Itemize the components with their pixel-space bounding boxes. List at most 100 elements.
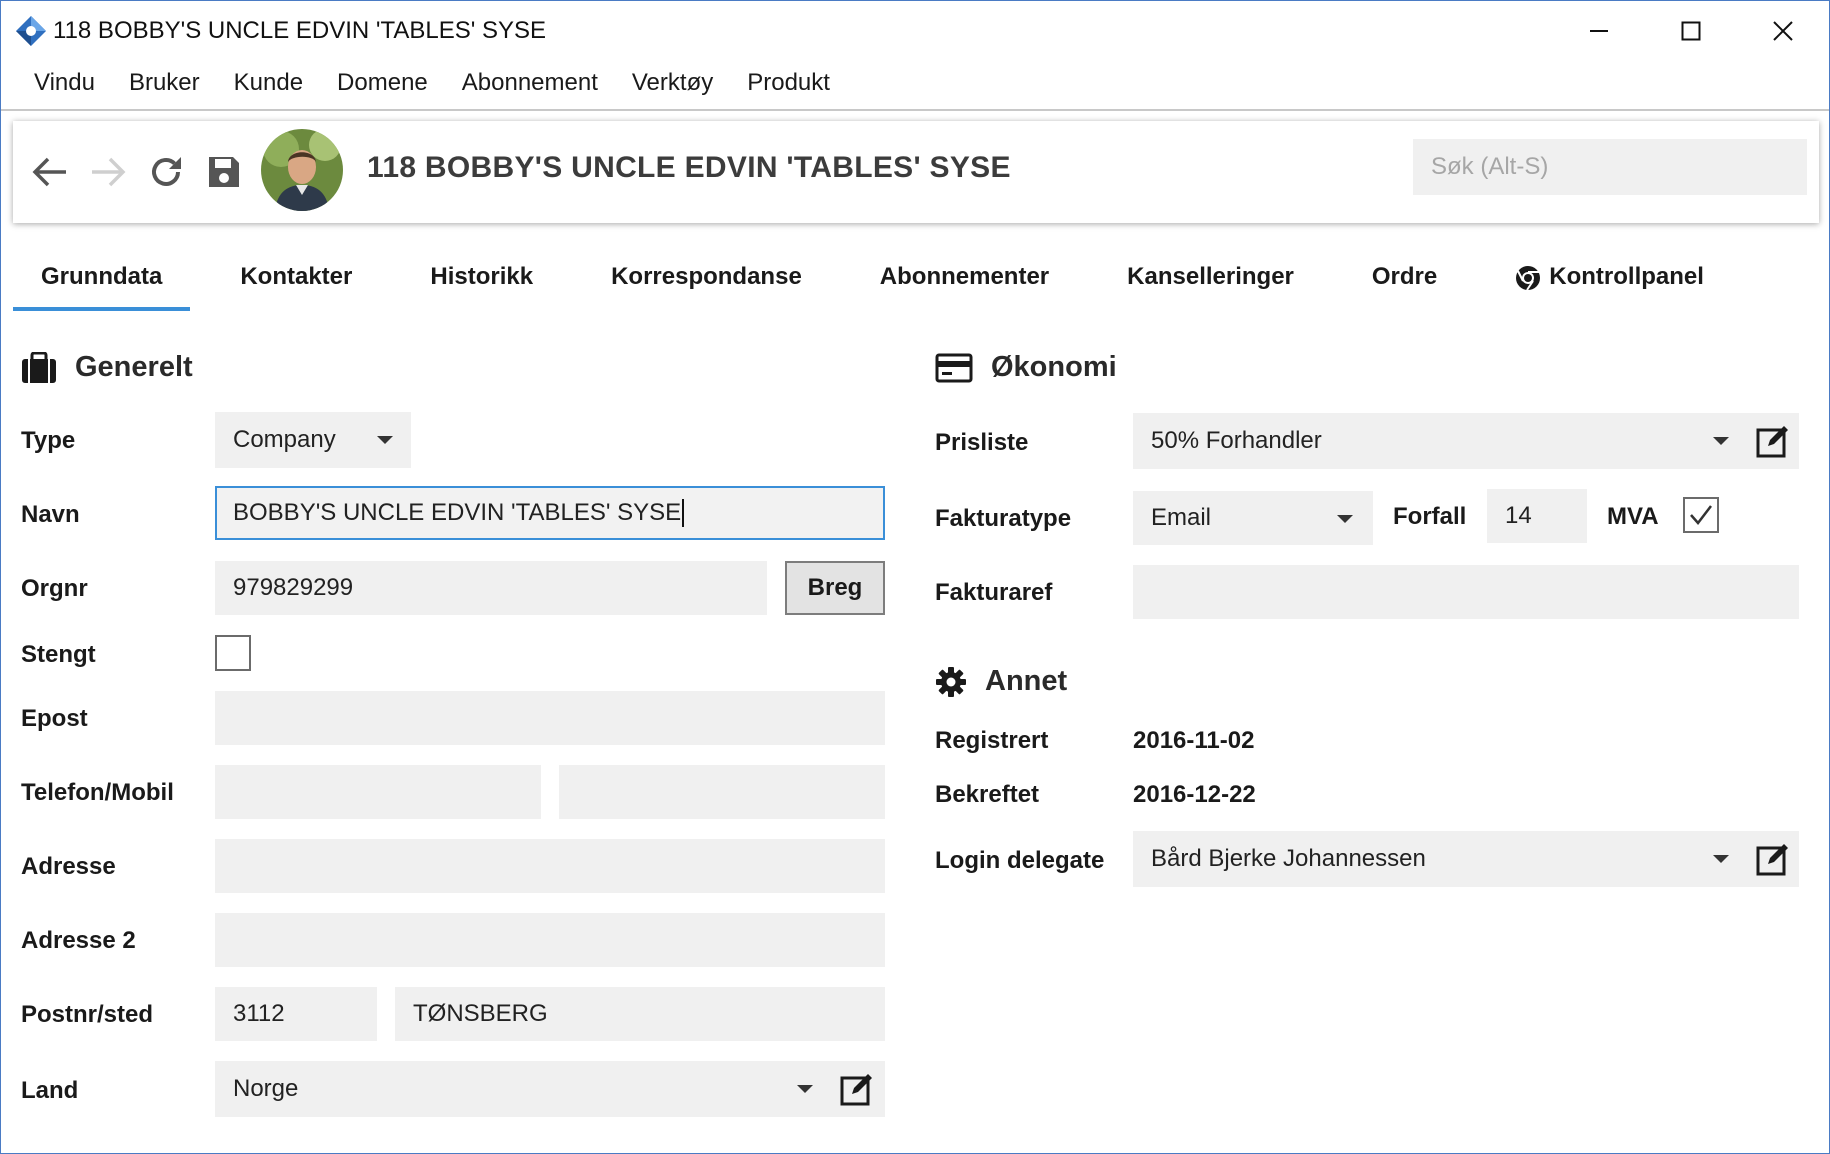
refresh-button[interactable] (143, 149, 189, 195)
registrert-label: Registrert (935, 727, 1049, 754)
chevron-down-icon (1337, 515, 1353, 523)
chevron-down-icon (1713, 855, 1729, 863)
type-label: Type (21, 427, 76, 454)
login-delegate-label: Login delegate (935, 847, 1105, 874)
bekreftet-value: 2016-12-22 (1133, 781, 1256, 808)
land-dropdown[interactable]: Norge (215, 1061, 885, 1117)
orgnr-input[interactable]: 979829299 (215, 561, 767, 615)
menu-bar: Vindu Bruker Kunde Domene Abonnement Ver… (1, 65, 847, 105)
tab-label: Kontrollpanel (1549, 263, 1704, 290)
tab-kanselleringer[interactable]: Kanselleringer (1099, 253, 1322, 309)
epost-input[interactable] (215, 691, 885, 745)
tab-kontakter[interactable]: Kontakter (212, 253, 380, 309)
briefcase-icon (21, 351, 57, 384)
tab-ordre[interactable]: Ordre (1344, 253, 1465, 309)
tab-label: Kanselleringer (1127, 263, 1294, 290)
tab-label: Historikk (430, 263, 534, 290)
tab-label: Ordre (1371, 263, 1438, 290)
tab-historikk[interactable]: Historikk (402, 253, 561, 309)
chevron-down-icon (1713, 437, 1729, 445)
edit-prisliste-button[interactable] (1755, 423, 1791, 459)
sted-input[interactable]: TØNSBERG (395, 987, 885, 1041)
forfall-value: 14 (1505, 502, 1532, 529)
navn-input[interactable]: BOBBY'S UNCLE EDVIN 'TABLES' SYSE (215, 486, 885, 540)
menu-item-kunde[interactable]: Kunde (217, 65, 320, 105)
postnr-label: Postnr/sted (21, 1001, 154, 1028)
menu-item-produkt[interactable]: Produkt (730, 65, 847, 105)
credit-card-icon (935, 353, 973, 383)
mva-checkbox[interactable] (1683, 497, 1719, 533)
forward-button[interactable] (85, 149, 131, 195)
mobil-input[interactable] (559, 765, 885, 819)
type-value: Company (233, 426, 336, 453)
back-icon (32, 157, 66, 187)
forfall-input[interactable]: 14 (1487, 489, 1587, 543)
menu-item-verktoy[interactable]: Verktøy (615, 65, 730, 105)
tab-grunndata[interactable]: Grunndata (13, 253, 191, 311)
fakturatype-label: Fakturatype (935, 505, 1072, 532)
menu-divider (1, 109, 1829, 111)
minimize-icon (1590, 30, 1608, 32)
fakturatype-dropdown[interactable]: Email (1133, 491, 1373, 545)
menu-item-abonnement[interactable]: Abonnement (445, 65, 615, 105)
tab-abonnementer[interactable]: Abonnementer (852, 253, 1077, 309)
back-button[interactable] (27, 149, 73, 195)
application-window: 118 BOBBY'S UNCLE EDVIN 'TABLES' SYSE Vi… (0, 0, 1830, 1154)
navn-label: Navn (21, 501, 80, 528)
section-annet-heading: Annet (935, 665, 1067, 698)
postnr-value: 3112 (233, 1000, 285, 1027)
epost-label: Epost (21, 705, 88, 732)
prisliste-dropdown[interactable]: 50% Forhandler (1133, 413, 1799, 469)
window-title: 118 BOBBY'S UNCLE EDVIN 'TABLES' SYSE (53, 17, 547, 44)
tab-kontrollpanel[interactable]: Kontrollpanel (1487, 253, 1732, 309)
login-delegate-dropdown[interactable]: Bård Bjerke Johannessen (1133, 831, 1799, 887)
fakturaref-input[interactable] (1133, 565, 1799, 619)
search-input[interactable] (1413, 139, 1807, 195)
orgnr-value: 979829299 (233, 574, 354, 601)
postnr-input[interactable]: 3112 (215, 987, 377, 1041)
bekreftet-label: Bekreftet (935, 781, 1040, 808)
app-logo-icon (15, 15, 47, 47)
maximize-icon (1681, 21, 1701, 41)
chevron-down-icon (377, 436, 393, 444)
record-title: 118 BOBBY'S UNCLE EDVIN 'TABLES' SYSE (367, 151, 1011, 184)
checkmark-icon (1690, 505, 1712, 525)
save-button[interactable] (201, 149, 247, 195)
prisliste-value: 50% Forhandler (1151, 427, 1322, 454)
chevron-down-icon (797, 1085, 813, 1093)
edit-icon (840, 1074, 872, 1106)
menu-item-domene[interactable]: Domene (320, 65, 445, 105)
orgnr-label: Orgnr (21, 575, 88, 602)
prisliste-label: Prisliste (935, 429, 1029, 456)
edit-land-button[interactable] (839, 1071, 875, 1107)
adresse2-input[interactable] (215, 913, 885, 967)
tab-korrespondanse[interactable]: Korrespondanse (583, 253, 830, 309)
telefon-input[interactable] (215, 765, 541, 819)
edit-login-delegate-button[interactable] (1755, 841, 1791, 877)
tab-label: Grunndata (41, 263, 163, 290)
forward-icon (92, 157, 126, 187)
tab-bar: Grunndata Kontakter Historikk Korrespond… (13, 253, 1732, 311)
edit-icon (1756, 426, 1788, 458)
refresh-icon (152, 157, 181, 186)
type-dropdown[interactable]: Company (215, 412, 411, 468)
save-icon (209, 157, 239, 187)
menu-item-bruker[interactable]: Bruker (112, 65, 217, 105)
mva-label: MVA (1607, 503, 1659, 530)
tab-label: Korrespondanse (611, 263, 802, 290)
stengt-checkbox[interactable] (215, 635, 251, 671)
maximize-button[interactable] (1645, 1, 1737, 61)
tab-label: Kontakter (240, 263, 353, 290)
adresse-input[interactable] (215, 839, 885, 893)
stengt-label: Stengt (21, 641, 96, 668)
close-icon (1773, 21, 1793, 41)
customer-avatar (261, 129, 343, 211)
menu-item-vindu[interactable]: Vindu (17, 65, 112, 105)
section-title: Generelt (75, 351, 193, 383)
sted-value: TØNSBERG (413, 1000, 548, 1027)
minimize-button[interactable] (1553, 1, 1645, 61)
close-button[interactable] (1737, 1, 1829, 61)
breg-button[interactable]: Breg (785, 561, 885, 615)
land-label: Land (21, 1077, 79, 1104)
section-title: Annet (985, 665, 1068, 697)
